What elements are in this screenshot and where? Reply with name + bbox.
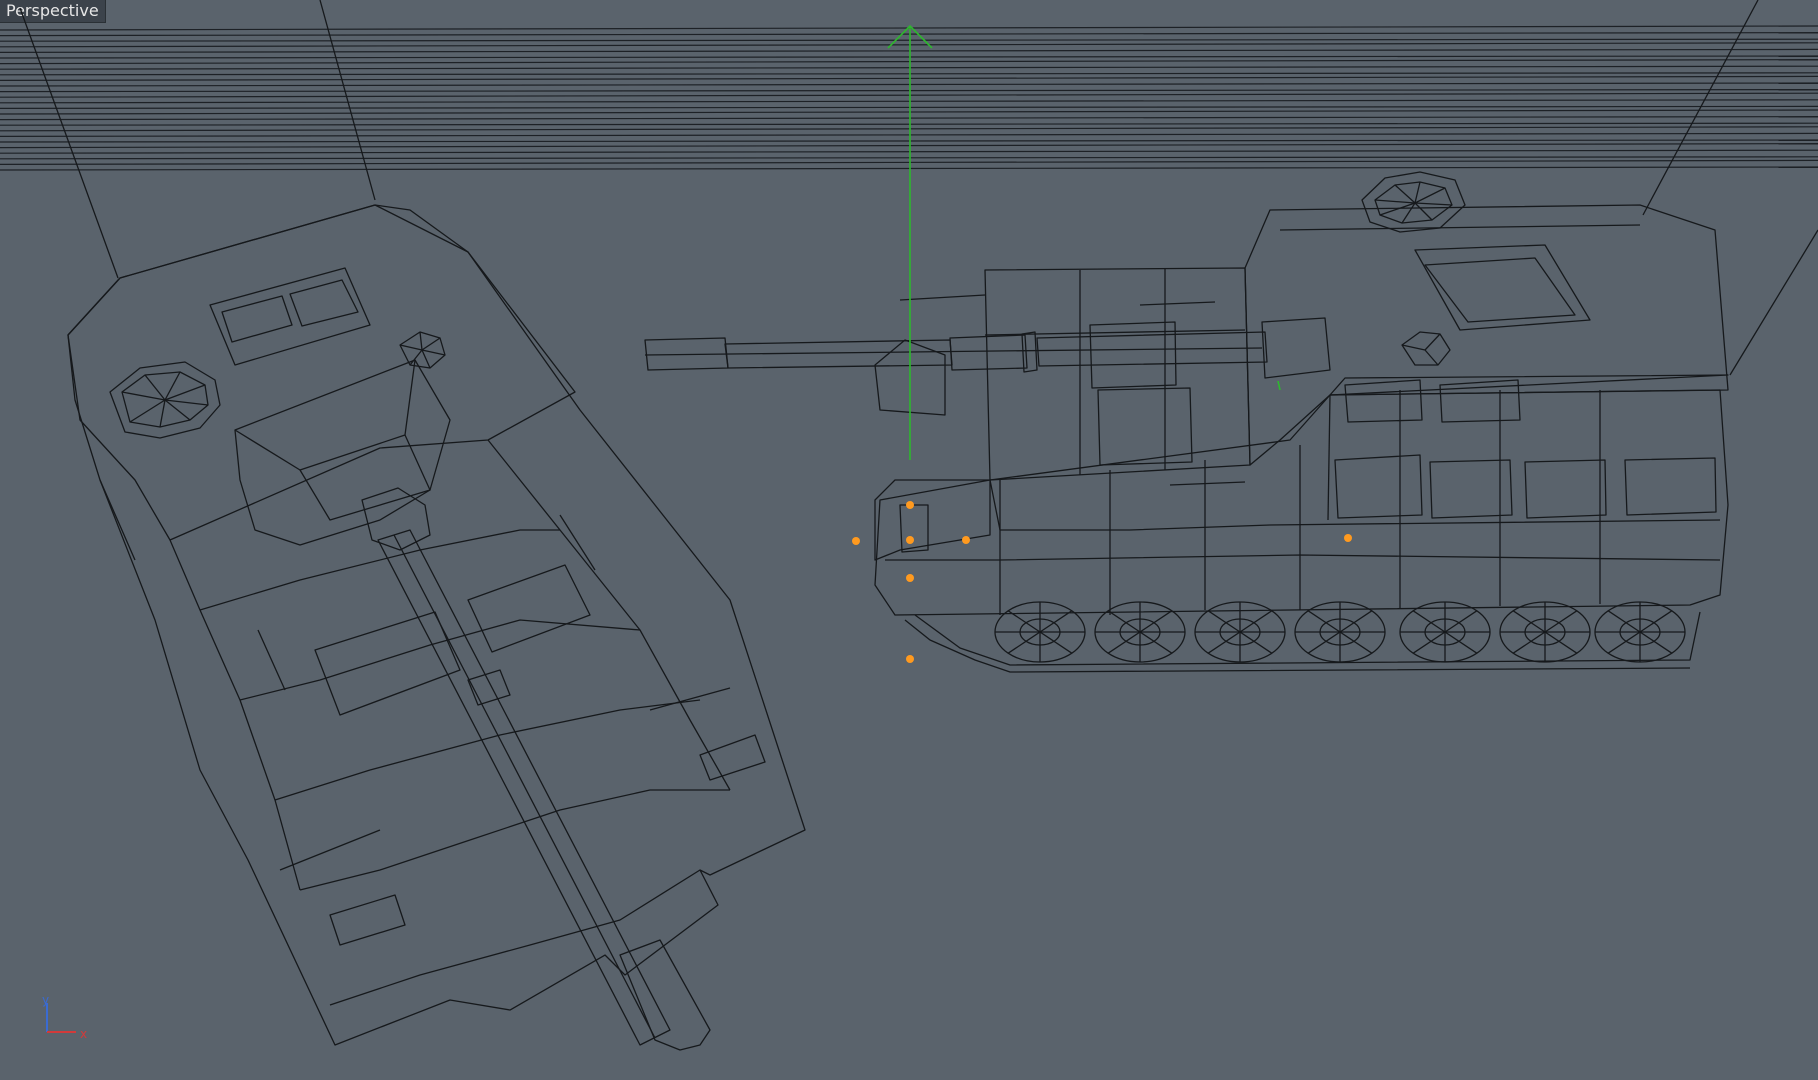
grid-line <box>0 92 1818 98</box>
grid-line <box>0 149 1818 154</box>
tow-hook-right <box>699 734 766 781</box>
side-hatch <box>1097 387 1193 466</box>
window-4 <box>1624 457 1717 516</box>
grid-line <box>0 105 1818 110</box>
road-wheel <box>1094 601 1186 663</box>
selected-vertex[interactable] <box>1344 534 1352 542</box>
perspective-grid-lines <box>0 25 1818 171</box>
grid-line <box>0 143 1818 149</box>
road-wheel <box>1399 601 1491 663</box>
road-wheels <box>994 601 1686 663</box>
front-fender <box>874 479 991 561</box>
selected-vertex[interactable] <box>906 574 914 582</box>
grid-line <box>0 72 1818 76</box>
selected-vertex[interactable] <box>962 536 970 544</box>
grid-line <box>0 75 1818 82</box>
road-wheel <box>1194 601 1286 663</box>
grid-line <box>0 42 1818 48</box>
window-3 <box>1524 459 1607 519</box>
window-1 <box>1334 454 1423 519</box>
grid-line <box>0 48 1818 54</box>
grid-line <box>0 58 1818 65</box>
grid-line <box>0 109 1818 115</box>
grid-line <box>0 88 1818 93</box>
grid-line <box>0 115 1818 121</box>
grid-line <box>0 126 1818 132</box>
axis-y-label: y <box>42 993 49 1007</box>
grid-line <box>0 99 1818 104</box>
hull-outline <box>67 204 806 1046</box>
cupola-right <box>1361 171 1466 233</box>
grid-line <box>0 166 1818 171</box>
grid-line <box>0 122 1818 126</box>
road-wheel <box>1594 601 1686 663</box>
grid-line <box>0 156 1818 160</box>
selected-vertex[interactable] <box>852 537 860 545</box>
axis-x-label: x <box>80 1027 87 1041</box>
grid-line <box>0 132 1818 137</box>
gun-barrel-top-view <box>361 487 711 1051</box>
grid-line <box>0 139 1818 143</box>
antenna-left <box>19 7 119 279</box>
perspective-viewport[interactable]: Perspective y x <box>0 0 1818 1080</box>
hatch-mid-left <box>314 611 461 716</box>
hatch-upper <box>209 267 371 366</box>
grid-line <box>0 55 1818 59</box>
grid-line <box>0 82 1818 87</box>
grid-line <box>0 38 1818 42</box>
selected-vertex[interactable] <box>906 501 914 509</box>
grid-line <box>0 65 1818 70</box>
antenna-rear-2 <box>1729 229 1818 376</box>
superstructure-front <box>984 267 1251 481</box>
grid-line <box>0 31 1818 37</box>
periscope-right <box>1401 331 1451 366</box>
upper-deck <box>67 204 576 541</box>
road-wheel <box>1294 601 1386 663</box>
cupola-left <box>109 361 221 439</box>
turret-block <box>1244 204 1729 466</box>
road-wheel <box>994 601 1086 663</box>
selected-vertex[interactable] <box>906 536 914 544</box>
turret-recess <box>234 359 451 546</box>
axis-indicator: y x <box>42 993 87 1041</box>
scene-canvas[interactable]: y x <box>0 0 1818 1080</box>
tow-hook-left <box>329 894 406 946</box>
grid-line <box>0 159 1818 165</box>
road-wheel <box>1499 601 1591 663</box>
selected-vertex[interactable] <box>906 655 914 663</box>
hatch-mid-right <box>467 564 591 653</box>
